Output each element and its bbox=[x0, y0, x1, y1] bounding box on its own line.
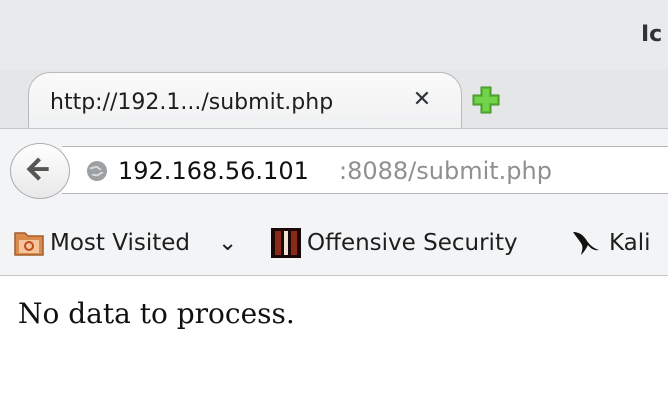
plus-icon[interactable] bbox=[470, 84, 502, 116]
offensive-security-icon bbox=[271, 228, 301, 258]
kali-dragon-icon bbox=[573, 232, 599, 255]
window-title: Ic bbox=[641, 22, 663, 47]
most-visited-folder-icon bbox=[14, 232, 44, 256]
page-message: No data to process. bbox=[18, 297, 295, 330]
bookmark-kali[interactable]: Kali bbox=[609, 230, 651, 256]
url-path[interactable]: :8088/submit.php bbox=[339, 157, 552, 185]
url-host[interactable]: 192.168.56.101 bbox=[118, 157, 309, 185]
globe-icon bbox=[87, 161, 107, 181]
back-button[interactable] bbox=[10, 143, 70, 199]
window-titlebar bbox=[0, 0, 668, 70]
tab-close-icon[interactable]: ✕ bbox=[410, 88, 434, 112]
chevron-down-icon[interactable]: ⌄ bbox=[218, 230, 237, 256]
bookmark-offensive-security[interactable]: Offensive Security bbox=[307, 230, 518, 256]
back-arrow-icon bbox=[26, 157, 49, 181]
tab-title[interactable]: http://192.1.../submit.php bbox=[50, 90, 333, 115]
bookmark-most-visited[interactable]: Most Visited bbox=[50, 230, 190, 256]
